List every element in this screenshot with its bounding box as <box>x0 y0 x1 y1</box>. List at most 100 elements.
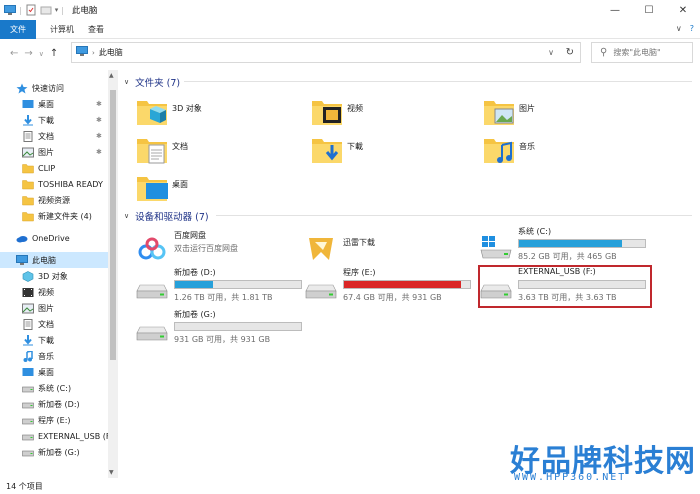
drive-item[interactable]: 系统 (C:) 85.2 GB 可用，共 465 GB <box>480 226 650 266</box>
sidebar-item[interactable]: 音乐 <box>0 348 54 364</box>
help-icon[interactable]: ? <box>690 24 694 33</box>
folder-icon <box>22 179 34 190</box>
sidebar-item[interactable]: OneDrive <box>0 230 70 246</box>
sidebar-item[interactable]: 桌面 ✱ <box>0 96 102 112</box>
folder-item[interactable]: 视频 <box>311 95 451 133</box>
tab-view[interactable]: 查看 <box>88 24 104 35</box>
document-icon <box>22 318 34 330</box>
watermark-logo: 好品牌科技网 WWW.HPP360.NET <box>510 436 696 486</box>
folder-item[interactable]: 音乐 <box>483 133 623 171</box>
folder-icon <box>22 195 34 206</box>
app-item[interactable]: 迅雷下载 <box>305 230 475 270</box>
sidebar-item-label: 图片 <box>38 147 54 157</box>
tab-file[interactable]: 文件 <box>0 19 36 39</box>
pin-icon: ✱ <box>96 148 102 156</box>
drive-icon <box>136 273 168 301</box>
qa-dropdown-icon[interactable]: ▾ <box>55 6 59 14</box>
sidebar-item-label: 新加卷 (D:) <box>38 399 80 409</box>
collapse-chevron-icon[interactable]: ∨ <box>124 212 129 220</box>
sidebar-item[interactable]: 下載 <box>0 332 54 348</box>
scroll-up-icon[interactable]: ▲ <box>109 72 114 79</box>
sidebar-item[interactable]: 新加卷 (G:) <box>0 444 80 460</box>
sidebar-item[interactable]: 系统 (C:) <box>0 380 71 396</box>
folder-item[interactable]: 图片 <box>483 95 623 133</box>
folder-label: 音乐 <box>519 142 535 151</box>
drive-icon <box>22 415 34 426</box>
sidebar-item[interactable]: 程序 (E:) <box>0 412 71 428</box>
sidebar-item[interactable]: 下載 ✱ <box>0 112 102 128</box>
desktop-icon <box>22 99 34 110</box>
quick-access-toolbar: | ▾ | <box>4 4 64 16</box>
scroll-down-icon[interactable]: ▼ <box>109 469 114 476</box>
drives-section-title: 设备和驱动器 (7) <box>135 212 209 223</box>
sidebar-item[interactable]: 此电脑 <box>0 252 108 268</box>
drive-item[interactable]: 新加卷 (D:) 1.26 TB 可用，共 1.81 TB <box>136 267 306 307</box>
sidebar-item-label: 图片 <box>38 303 54 313</box>
sidebar-scrollbar[interactable]: ▲ ▼ <box>108 70 118 478</box>
maximize-button[interactable]: ☐ <box>632 0 666 20</box>
folder-item[interactable]: 桌面 <box>136 171 276 209</box>
sidebar-item[interactable]: 图片 ✱ <box>0 144 102 160</box>
sidebar-item[interactable]: 图片 <box>0 300 54 316</box>
sidebar-item[interactable]: 文档 ✱ <box>0 128 102 144</box>
refresh-icon[interactable]: ↻ <box>566 47 574 58</box>
folder-item[interactable]: 3D 对象 <box>136 95 276 133</box>
app-item[interactable]: 百度网盘 双击运行百度网盘 <box>136 230 306 270</box>
properties-icon[interactable] <box>25 4 37 16</box>
folder-item[interactable]: 文档 <box>136 133 276 171</box>
sidebar-item[interactable]: EXTERNAL_USB (F <box>0 428 111 444</box>
desktop-folder-icon <box>136 171 168 203</box>
video-folder-icon <box>311 95 343 127</box>
sidebar-item[interactable]: 视频资源 <box>0 192 70 208</box>
ribbon-expand-icon[interactable]: ∨ <box>676 24 682 33</box>
music-icon <box>22 349 34 362</box>
sidebar-item[interactable]: 快速访问 <box>0 80 64 96</box>
picture-icon <box>22 147 34 158</box>
drive-space: 931 GB 可用，共 931 GB <box>174 335 271 344</box>
drive-item[interactable]: 新加卷 (G:) 931 GB 可用，共 931 GB <box>136 309 306 349</box>
close-button[interactable]: ✕ <box>666 0 700 20</box>
windows-drive-icon <box>480 232 512 260</box>
section-divider <box>184 81 692 82</box>
sidebar-item[interactable]: 新建文件夹 (4) <box>0 208 92 224</box>
address-dropdown-icon[interactable]: ∨ <box>548 48 554 57</box>
downloads-folder-icon <box>311 133 343 165</box>
up-button[interactable]: ↑ <box>50 48 58 59</box>
tab-computer[interactable]: 计算机 <box>50 24 74 35</box>
drive-name: 系统 (C:) <box>518 227 552 236</box>
folder-item[interactable]: 下載 <box>311 133 451 171</box>
sidebar-item[interactable]: 视频 <box>0 284 54 300</box>
address-bar[interactable]: › 此电脑 ∨ ↻ <box>71 42 581 63</box>
search-box[interactable]: ⚲ 搜索"此电脑" <box>591 42 693 63</box>
sidebar-item[interactable]: CLIP <box>0 160 55 176</box>
folder-label: 视频 <box>347 104 363 113</box>
folder-label: 图片 <box>519 104 535 113</box>
sidebar-item-label: OneDrive <box>32 233 70 243</box>
back-button[interactable]: ← <box>10 48 18 59</box>
sidebar-item-label: CLIP <box>38 163 56 173</box>
drive-item[interactable]: 程序 (E:) 67.4 GB 可用，共 931 GB <box>305 267 475 307</box>
folder-label: 3D 对象 <box>172 104 202 113</box>
ribbon: 文件 计算机 查看 ∨ ? <box>0 19 700 39</box>
document-icon <box>22 130 34 142</box>
folders-section-header[interactable]: ∨ 文件夹 (7) <box>124 75 180 89</box>
pin-icon: ✱ <box>96 100 102 108</box>
sidebar-item[interactable]: 新加卷 (D:) <box>0 396 80 412</box>
new-folder-icon[interactable] <box>40 4 52 16</box>
sidebar-item-label: TOSHIBA READY <box>38 179 103 189</box>
sidebar-item[interactable]: 文档 <box>0 316 54 332</box>
sidebar-item[interactable]: 3D 对象 <box>0 268 68 284</box>
computer-icon <box>4 4 16 16</box>
recent-locations-button[interactable]: ∨ <box>39 50 44 59</box>
sidebar-item[interactable]: TOSHIBA READY <box>0 176 103 192</box>
collapse-chevron-icon[interactable]: ∨ <box>124 78 129 86</box>
breadcrumb[interactable]: 此电脑 <box>99 47 123 58</box>
sidebar-item[interactable]: 桌面 <box>0 364 54 380</box>
drives-section-header[interactable]: ∨ 设备和驱动器 (7) <box>124 209 209 223</box>
scrollbar-thumb[interactable] <box>110 90 116 360</box>
forward-button[interactable]: → <box>24 48 32 59</box>
pin-icon: ✱ <box>96 116 102 124</box>
minimize-button[interactable]: — <box>598 0 632 20</box>
search-input[interactable]: 搜索"此电脑" <box>613 47 660 58</box>
pin-icon: ✱ <box>96 132 102 140</box>
